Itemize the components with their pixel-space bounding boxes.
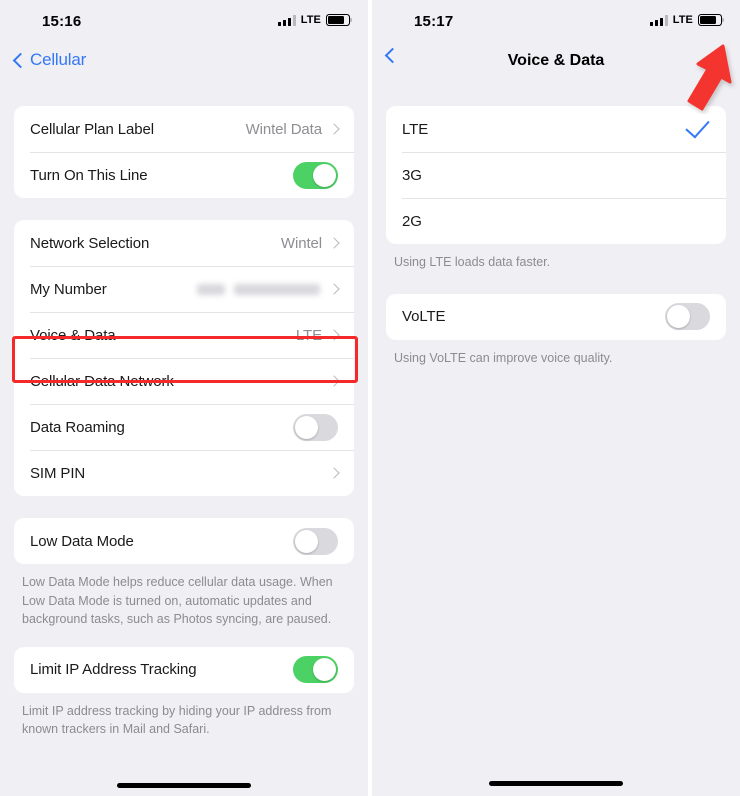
- chevron-right-icon: [328, 123, 340, 135]
- limit-ip-tracking-group: Limit IP Address Tracking: [14, 646, 354, 693]
- home-indicator: [117, 783, 251, 788]
- limit-ip-address-tracking-toggle[interactable]: [293, 656, 338, 683]
- row-sim-pin[interactable]: SIM PIN: [14, 450, 354, 496]
- low-data-mode-group: Low Data Mode: [14, 518, 354, 564]
- status-time: 15:16: [42, 13, 82, 30]
- row-turn-on-this-line[interactable]: Turn On This Line: [14, 152, 354, 198]
- chevron-right-icon: [328, 375, 340, 387]
- battery-icon: [698, 14, 725, 26]
- row-label: Voice & Data: [30, 326, 116, 344]
- chevron-right-icon: [328, 329, 340, 341]
- signal-bars-icon: [277, 14, 296, 26]
- row-voice-and-data[interactable]: Voice & Data LTE: [14, 312, 354, 358]
- row-label: 2G: [402, 212, 422, 230]
- signal-bars-icon: [649, 14, 668, 26]
- network-type-label: LTE: [672, 14, 693, 26]
- limit-ip-tracking-footer: Limit IP address tracking by hiding your…: [22, 703, 332, 737]
- chevron-right-icon: [328, 237, 340, 249]
- row-value: Wintel Data: [245, 120, 323, 138]
- row-value: LTE: [295, 326, 322, 344]
- back-button-label: Cellular: [30, 50, 87, 69]
- row-cellular-data-network[interactable]: Cellular Data Network: [14, 358, 354, 404]
- row-network-selection[interactable]: Network Selection Wintel: [14, 220, 354, 266]
- status-indicators: LTE: [277, 14, 353, 26]
- row-label: SIM PIN: [30, 464, 86, 482]
- row-label: Turn On This Line: [30, 166, 148, 184]
- low-data-mode-footer: Low Data Mode helps reduce cellular data…: [22, 575, 333, 626]
- row-label: Network Selection: [30, 234, 150, 252]
- cellular-settings-group: Network Selection Wintel My Number Voice…: [14, 220, 354, 496]
- low-data-mode-toggle[interactable]: [293, 527, 338, 555]
- volte-group: VoLTE: [386, 293, 726, 340]
- network-type-label: LTE: [300, 14, 321, 26]
- chevron-right-icon: [328, 283, 340, 295]
- status-bar: 15:16 LTE: [0, 0, 368, 44]
- nav-bar: Cellular: [0, 44, 368, 88]
- status-bar: 15:17 LTE: [372, 0, 740, 44]
- voice-data-options-group: LTE 3G 2G: [386, 106, 726, 244]
- status-indicators: LTE: [649, 14, 725, 26]
- row-label: Cellular Data Network: [30, 372, 174, 390]
- option-row-2g[interactable]: 2G: [386, 198, 726, 244]
- dual-screenshot-container: 15:16 LTE Cellular Cellular Plan Label W…: [0, 0, 740, 796]
- row-data-roaming[interactable]: Data Roaming: [14, 404, 354, 450]
- redacted-phone-number: [197, 283, 320, 295]
- option-row-3g[interactable]: 3G: [386, 152, 726, 198]
- row-label: My Number: [30, 280, 107, 298]
- cellular-plan-group: Cellular Plan Label Wintel Data Turn On …: [14, 106, 354, 198]
- volte-footer: Using VoLTE can improve voice quality.: [394, 350, 613, 365]
- back-button[interactable]: Cellular: [12, 50, 86, 70]
- chevron-right-icon: [328, 467, 340, 479]
- row-label: 3G: [402, 166, 422, 184]
- right-phone-screen: 15:17 LTE Voice & Data LTE 3G 2G Using L…: [372, 0, 740, 796]
- row-label: LTE: [402, 120, 429, 138]
- data-roaming-toggle[interactable]: [293, 413, 338, 441]
- nav-bar: Voice & Data: [372, 44, 740, 88]
- chevron-left-icon: [12, 52, 29, 68]
- row-label: Limit IP Address Tracking: [30, 661, 197, 678]
- row-volte[interactable]: VoLTE: [386, 294, 726, 340]
- row-label: Data Roaming: [30, 418, 125, 436]
- row-label: VoLTE: [402, 308, 446, 325]
- voice-data-options-footer: Using LTE loads data faster.: [394, 255, 551, 269]
- battery-icon: [326, 14, 353, 26]
- option-row-lte[interactable]: LTE: [386, 106, 726, 152]
- row-label: Cellular Plan Label: [30, 120, 155, 138]
- volte-toggle[interactable]: [665, 303, 710, 330]
- row-limit-ip-address-tracking[interactable]: Limit IP Address Tracking: [14, 647, 354, 693]
- row-value: Wintel: [280, 234, 322, 252]
- turn-on-this-line-toggle[interactable]: [293, 161, 338, 189]
- row-label: Low Data Mode: [30, 532, 134, 550]
- page-title: Voice & Data: [507, 52, 605, 69]
- status-time: 15:17: [414, 13, 454, 30]
- home-indicator: [489, 781, 623, 786]
- row-low-data-mode[interactable]: Low Data Mode: [14, 518, 354, 564]
- row-cellular-plan-label[interactable]: Cellular Plan Label Wintel Data: [14, 106, 354, 152]
- row-my-number[interactable]: My Number: [14, 266, 354, 312]
- left-phone-screen: 15:16 LTE Cellular Cellular Plan Label W…: [0, 0, 368, 796]
